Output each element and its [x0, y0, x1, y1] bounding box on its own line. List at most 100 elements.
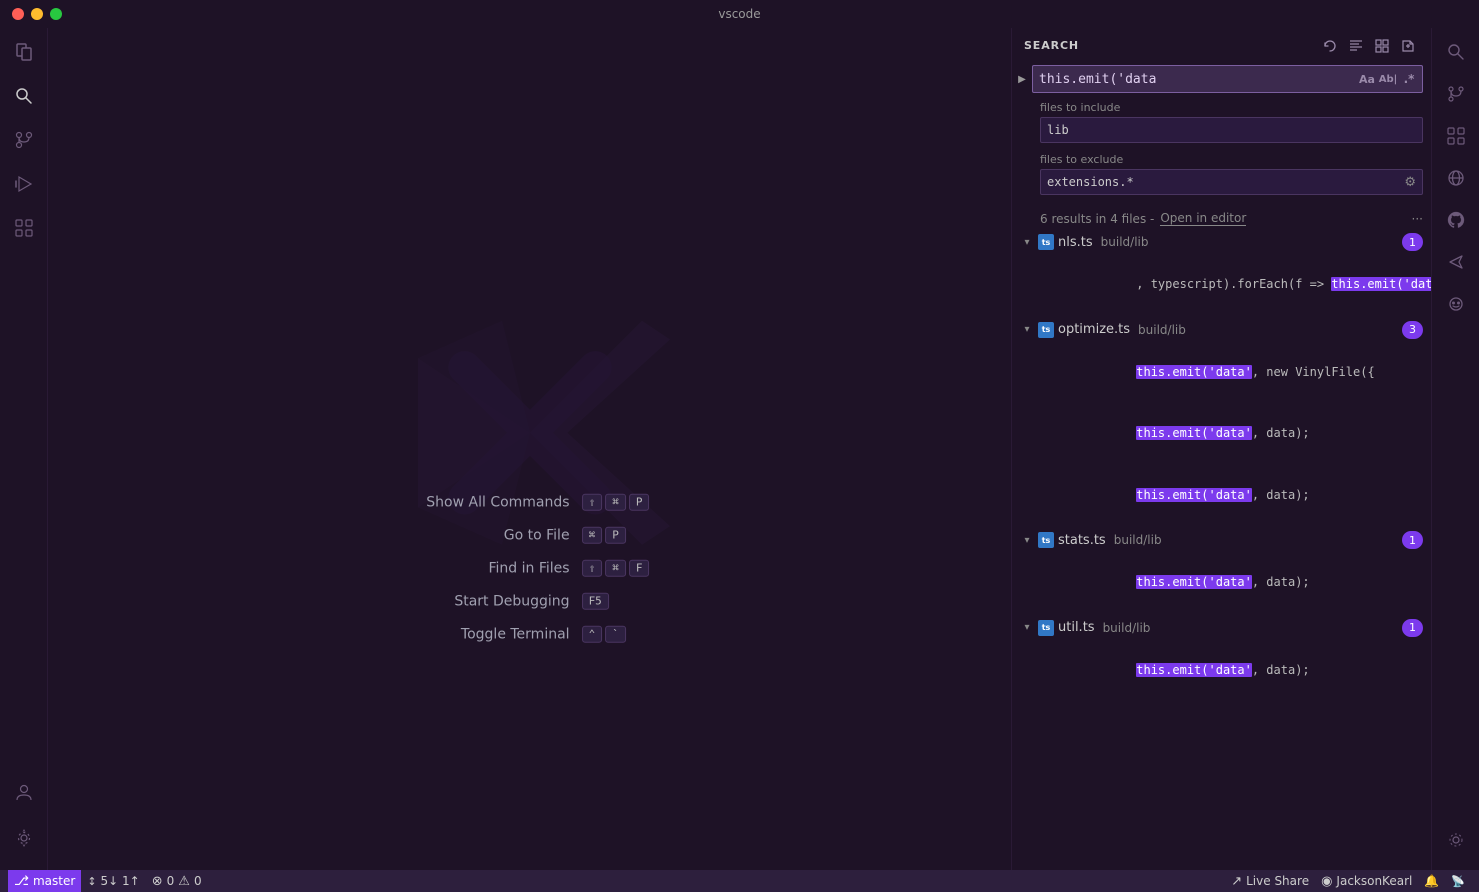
warning-icon: ⚠	[178, 874, 190, 889]
sidebar-item-explorer[interactable]	[4, 32, 44, 72]
file-name-optimize: optimize.ts	[1058, 322, 1130, 337]
clear-results-btn[interactable]	[1345, 35, 1367, 57]
status-bar: ⎇ master ↕ 5↓ 1↑ ⊗ 0 ⚠ 0 ↗ Live Share ◉ …	[0, 870, 1479, 892]
match-case-btn[interactable]: Aa	[1357, 69, 1377, 89]
file-header-stats[interactable]: ▾ ts stats.ts build/lib 1	[1012, 528, 1431, 552]
github-rb-icon[interactable]	[1436, 200, 1476, 240]
command-find-files: Find in Files ⇧ ⌘ F	[410, 560, 650, 577]
minimize-button[interactable]	[31, 8, 43, 20]
regex-btn[interactable]: .*	[1399, 69, 1419, 89]
git-branch-icon: ⎇	[14, 874, 29, 889]
open-in-editor-link[interactable]: Open in editor	[1160, 211, 1246, 226]
welcome-commands: Show All Commands ⇧ ⌘ P Go to File ⌘ P F…	[410, 494, 650, 643]
kbd-group: ⌘ P	[582, 527, 626, 544]
match-word-btn[interactable]: Ab|	[1378, 69, 1398, 89]
collapse-all-btn[interactable]	[1371, 35, 1393, 57]
chevron-icon: ▾	[1020, 533, 1034, 547]
search-results[interactable]: ▾ ts nls.ts build/lib 1 , typescript).fo…	[1012, 230, 1431, 870]
files-include-label: files to include	[1040, 101, 1423, 114]
chevron-icon: ▾	[1020, 235, 1034, 249]
files-include-input[interactable]	[1047, 123, 1416, 137]
files-exclude-label: files to exclude	[1040, 153, 1423, 166]
liveshare-rb-icon[interactable]	[1436, 242, 1476, 282]
window-title: vscode	[718, 7, 760, 21]
command-start-debugging: Start Debugging F5	[410, 593, 609, 610]
result-line[interactable]: this.emit('data', data);	[1012, 403, 1431, 465]
result-line[interactable]: this.emit('data', data);	[1012, 552, 1431, 614]
ts-file-icon: ts	[1038, 532, 1054, 548]
user-name: JacksonKearl	[1336, 874, 1412, 888]
result-line[interactable]: , typescript).forEach(f => this.emit('da…	[1012, 254, 1431, 316]
kbd-p: P	[629, 494, 650, 511]
scm-rb-icon[interactable]	[1436, 74, 1476, 114]
file-header-optimize[interactable]: ▾ ts optimize.ts build/lib 3	[1012, 318, 1431, 342]
sidebar-item-scm[interactable]	[4, 120, 44, 160]
result-line[interactable]: this.emit('data', data);	[1012, 640, 1431, 702]
result-line[interactable]: this.emit('data', data);	[1012, 465, 1431, 527]
files-exclude-section: files to exclude ⚙	[1012, 153, 1431, 199]
accounts-icon[interactable]	[4, 772, 44, 812]
sync-icon: ↕	[87, 875, 96, 888]
kbd-ctrl: ⌃	[582, 626, 603, 643]
sidebar-item-run[interactable]	[4, 164, 44, 204]
results-more-btn[interactable]: ···	[1412, 212, 1423, 226]
search-collapse-arrow[interactable]: ▶	[1012, 69, 1032, 89]
sidebar-item-extensions[interactable]	[4, 208, 44, 248]
search-header-actions	[1319, 35, 1419, 57]
notification-icon: 🔔	[1424, 874, 1439, 888]
kbd-group: F5	[582, 593, 609, 610]
search-rb-icon[interactable]	[1436, 32, 1476, 72]
search-input[interactable]	[1033, 72, 1357, 87]
kbd-group: ⇧ ⌘ F	[582, 560, 650, 577]
extensions-rb-icon[interactable]	[1436, 116, 1476, 156]
activity-bar	[0, 28, 48, 870]
search-panel-title: SEARCH	[1024, 39, 1079, 52]
search-input-row: ▶ Aa Ab| .*	[1012, 63, 1431, 95]
settings-icon[interactable]	[4, 818, 44, 858]
use-settings-gear[interactable]: ⚙	[1404, 175, 1416, 190]
file-group-optimize: ▾ ts optimize.ts build/lib 3 this.emit('…	[1012, 318, 1431, 527]
chevron-icon: ▾	[1020, 323, 1034, 337]
error-count: 0	[167, 874, 175, 888]
traffic-lights	[12, 8, 62, 20]
search-header: SEARCH	[1012, 28, 1431, 63]
settings-rb-icon[interactable]	[1436, 820, 1476, 860]
branch-status-item[interactable]: ⎇ master	[8, 870, 81, 892]
close-button[interactable]	[12, 8, 24, 20]
ts-file-icon: ts	[1038, 620, 1054, 636]
open-new-editor-btn[interactable]	[1397, 35, 1419, 57]
right-activity-bar	[1431, 28, 1479, 870]
files-include-field	[1040, 117, 1423, 143]
files-exclude-field: ⚙	[1040, 169, 1423, 195]
file-header-nls[interactable]: ▾ ts nls.ts build/lib 1	[1012, 230, 1431, 254]
right-bar-bottom	[1436, 820, 1476, 870]
file-group-stats: ▾ ts stats.ts build/lib 1 this.emit('dat…	[1012, 528, 1431, 614]
broadcast-item[interactable]: 📡	[1445, 870, 1471, 892]
ts-file-icon: ts	[1038, 322, 1054, 338]
maximize-button[interactable]	[50, 8, 62, 20]
kbd-cmd: ⌘	[605, 560, 626, 577]
kbd-group: ⌃ `	[582, 626, 626, 643]
sync-status-item[interactable]: ↕ 5↓ 1↑	[81, 870, 145, 892]
sidebar-item-search[interactable]	[4, 76, 44, 116]
remote-rb-icon[interactable]	[1436, 158, 1476, 198]
kbd-f: F	[629, 560, 650, 577]
file-name-nls: nls.ts	[1058, 235, 1093, 250]
command-label: Go to File	[410, 527, 570, 543]
liveshare-text: Live Share	[1246, 874, 1309, 888]
title-bar: vscode	[0, 0, 1479, 28]
kbd-cmd: ⌘	[582, 527, 603, 544]
file-header-util[interactable]: ▾ ts util.ts build/lib 1	[1012, 616, 1431, 640]
command-label: Show All Commands	[410, 494, 570, 510]
file-name-util: util.ts	[1058, 620, 1095, 635]
user-status-item[interactable]: ◉ JacksonKearl	[1315, 870, 1418, 892]
kbd-shift: ⇧	[582, 560, 603, 577]
files-exclude-input[interactable]	[1047, 175, 1404, 189]
command-goto-file: Go to File ⌘ P	[410, 527, 626, 544]
copilot-rb-icon[interactable]	[1436, 284, 1476, 324]
result-line[interactable]: this.emit('data', new VinylFile({	[1012, 342, 1431, 404]
liveshare-status-item[interactable]: ↗ Live Share	[1225, 870, 1315, 892]
errors-status-item[interactable]: ⊗ 0 ⚠ 0	[146, 870, 208, 892]
notifications-item[interactable]: 🔔	[1418, 870, 1445, 892]
refresh-search-btn[interactable]	[1319, 35, 1341, 57]
